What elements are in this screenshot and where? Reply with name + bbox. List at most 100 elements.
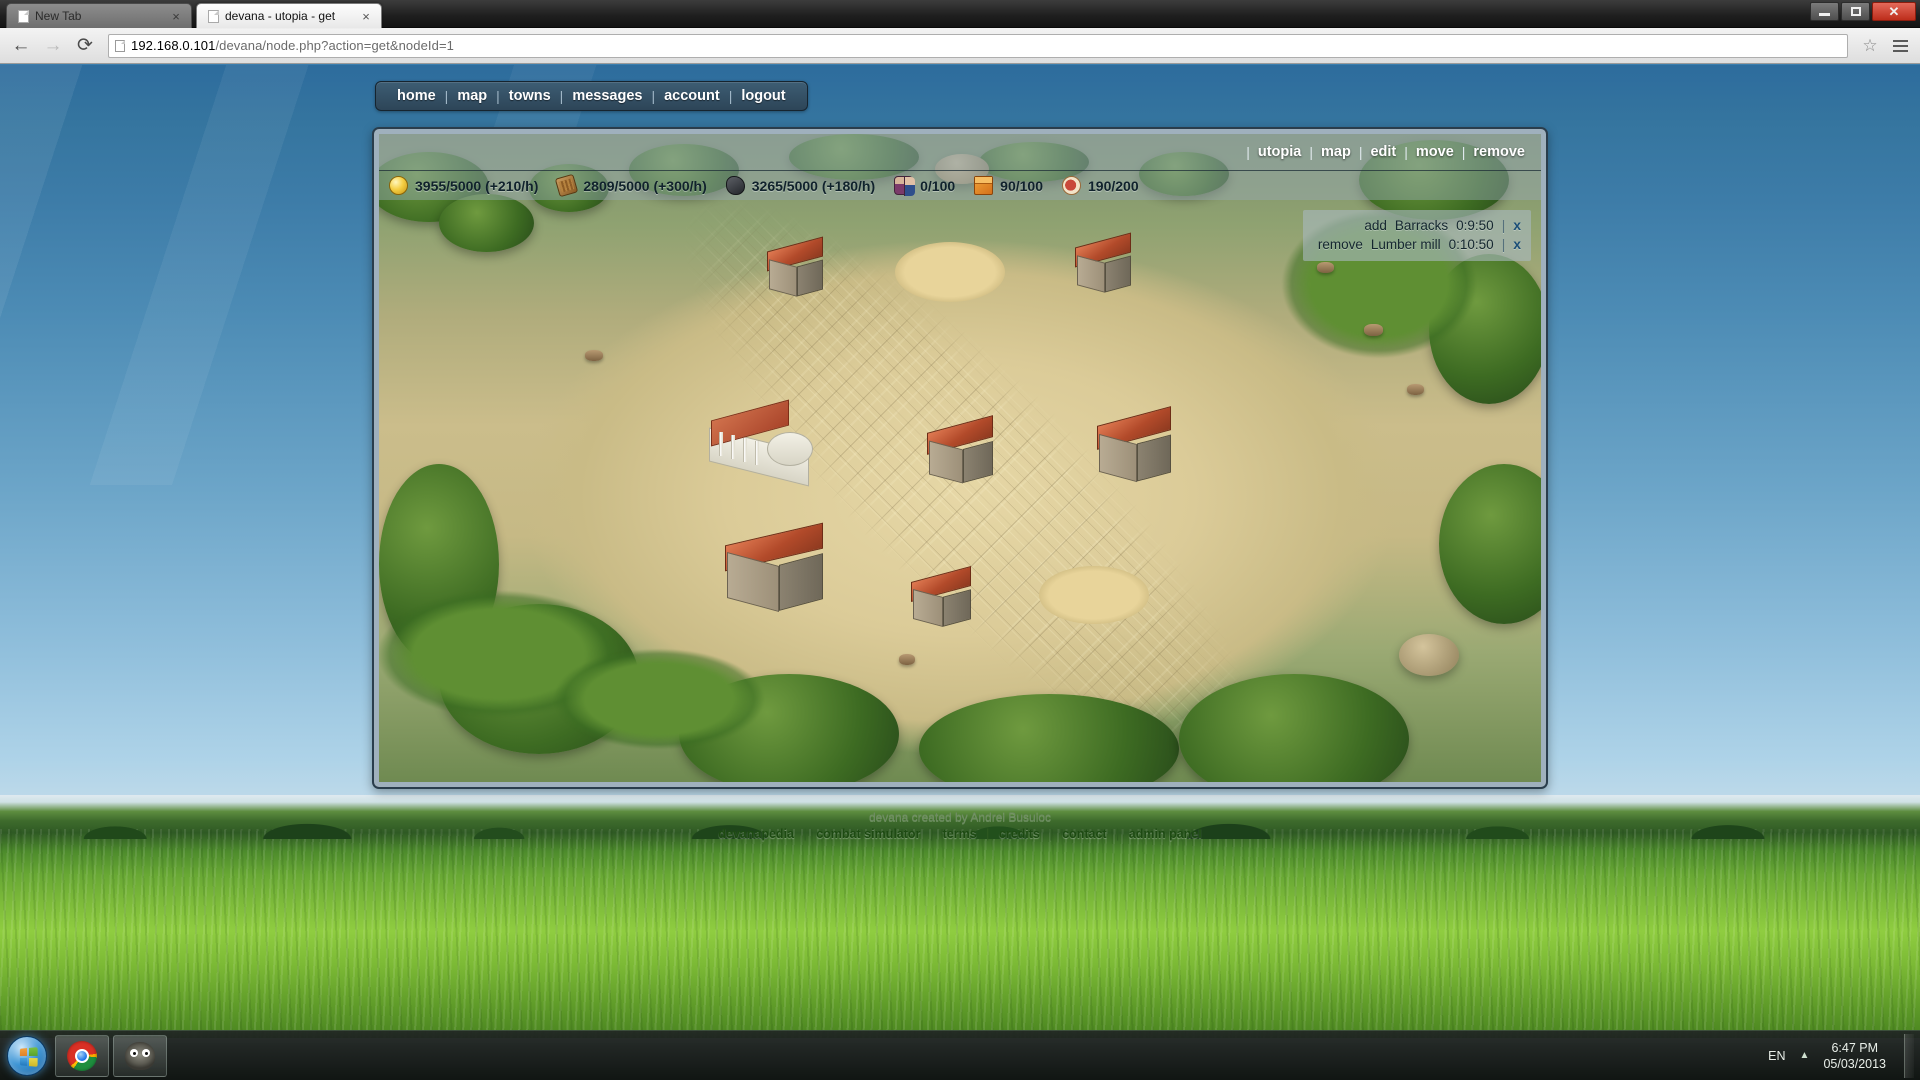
resource-value: 3265/5000 (+180/h) bbox=[751, 177, 876, 194]
resource-value: 2809/5000 (+300/h) bbox=[583, 177, 707, 194]
url-host: 192.168.0.101 bbox=[131, 38, 216, 53]
rock-formation bbox=[1399, 634, 1459, 676]
building-barracks[interactable] bbox=[721, 522, 831, 618]
clock-date: 05/03/2013 bbox=[1823, 1056, 1886, 1071]
minimize-button[interactable] bbox=[1810, 2, 1839, 21]
footer-links: devanapedia | combat simulator | terms |… bbox=[0, 827, 1920, 841]
game-top-menu: | utopia | map | edit | move | remove bbox=[379, 134, 1541, 170]
wood-icon bbox=[555, 173, 579, 198]
resource-iron: 3265/5000 (+180/h) bbox=[725, 176, 876, 195]
footer-link-credits[interactable]: credits bbox=[993, 827, 1046, 841]
tab-title: New Tab bbox=[35, 9, 82, 23]
gimp-icon bbox=[125, 1041, 155, 1070]
tab-close-icon[interactable]: × bbox=[169, 9, 183, 23]
system-tray: EN ▲ 6:47 PM 05/03/2013 bbox=[1768, 1033, 1920, 1078]
queue-remaining-time: 0:9:50 bbox=[1456, 218, 1494, 233]
building-market[interactable] bbox=[1069, 232, 1137, 296]
url-text: 192.168.0.101/devana/node.php?action=get… bbox=[131, 38, 454, 53]
resource-value: 90/100 bbox=[1000, 177, 1043, 194]
show-desktop-button[interactable] bbox=[1904, 1033, 1914, 1078]
hamburger-icon bbox=[1892, 39, 1908, 52]
footer-link-combat-simulator[interactable]: combat simulator bbox=[810, 827, 926, 841]
restore-button[interactable] bbox=[1841, 2, 1870, 21]
clock-time: 6:47 PM bbox=[1831, 1040, 1878, 1055]
building-construction-site[interactable] bbox=[1039, 566, 1149, 624]
nav-item-towns[interactable]: towns bbox=[500, 88, 560, 104]
footer-link-terms[interactable]: terms bbox=[937, 827, 983, 841]
footer-link-contact[interactable]: contact bbox=[1056, 827, 1112, 841]
game-menu-edit[interactable]: edit bbox=[1362, 144, 1404, 160]
gold-coin-icon bbox=[389, 176, 408, 195]
building-house[interactable] bbox=[1093, 406, 1179, 486]
resource-value: 0/100 bbox=[920, 177, 956, 194]
building-construction-site[interactable] bbox=[895, 242, 1005, 302]
building-warehouse[interactable] bbox=[907, 565, 979, 632]
resource-bar: 3955/5000 (+210/h) 2809/5000 (+300/h) 32… bbox=[379, 170, 1541, 200]
browser-toolbar: ← → ⟳ 192.168.0.101/devana/node.php?acti… bbox=[0, 28, 1920, 64]
clock[interactable]: 6:47 PM 05/03/2013 bbox=[1823, 1040, 1886, 1072]
queue-action: remove bbox=[1317, 237, 1363, 252]
tree-cluster bbox=[1439, 464, 1541, 624]
start-button[interactable] bbox=[3, 1034, 51, 1078]
nav-item-account[interactable]: account bbox=[655, 88, 729, 104]
browser-tab-devana[interactable]: devana - utopia - get × bbox=[196, 3, 382, 28]
game-viewport-frame: | utopia | map | edit | move | remove 39… bbox=[372, 127, 1548, 789]
food-icon bbox=[1062, 176, 1081, 195]
taskbar-item-gimp[interactable] bbox=[113, 1034, 167, 1077]
windows-logo-icon bbox=[7, 1035, 47, 1076]
tree-cluster bbox=[439, 194, 534, 252]
chrome-menu-icon[interactable] bbox=[1888, 34, 1912, 58]
queue-separator: | bbox=[1501, 237, 1506, 252]
roaming-animal bbox=[1317, 262, 1334, 273]
nav-item-map[interactable]: map bbox=[448, 88, 496, 104]
tab-close-icon[interactable]: × bbox=[359, 9, 373, 23]
building-temple[interactable] bbox=[709, 399, 829, 487]
close-button[interactable]: ✕ bbox=[1872, 2, 1916, 21]
building-house[interactable] bbox=[923, 415, 1001, 488]
queue-cancel-button[interactable]: x bbox=[1513, 235, 1521, 254]
queue-separator: | bbox=[1501, 218, 1506, 233]
game-menu-map[interactable]: map bbox=[1313, 144, 1359, 160]
browser-tab-new-tab[interactable]: New Tab × bbox=[6, 3, 192, 28]
language-indicator[interactable]: EN bbox=[1768, 1049, 1785, 1063]
footer-separator: | bbox=[1116, 827, 1120, 841]
url-path: /devana/node.php?action=get&nodeId=1 bbox=[215, 38, 454, 53]
footer-link-admin-panel[interactable]: admin panel bbox=[1123, 827, 1208, 841]
game-viewport[interactable]: | utopia | map | edit | move | remove 39… bbox=[379, 134, 1541, 782]
building-market[interactable] bbox=[761, 236, 829, 300]
footer-credit-text: devana created by Andrei Busuioc bbox=[868, 810, 1052, 824]
nav-item-logout[interactable]: logout bbox=[732, 88, 794, 104]
address-bar[interactable]: 192.168.0.101/devana/node.php?action=get… bbox=[108, 33, 1848, 58]
temple-rotunda bbox=[767, 432, 813, 466]
queue-cancel-button[interactable]: x bbox=[1513, 216, 1521, 235]
resource-value: 190/200 bbox=[1088, 177, 1139, 194]
game-menu-utopia[interactable]: utopia bbox=[1250, 144, 1310, 160]
roaming-animal bbox=[1407, 384, 1424, 395]
tab-favicon-icon bbox=[18, 9, 29, 23]
footer-link-devanapedia[interactable]: devanapedia bbox=[712, 827, 800, 841]
roaming-animal bbox=[585, 350, 603, 361]
restore-icon bbox=[1850, 7, 1861, 16]
show-hidden-icons-caret-icon[interactable]: ▲ bbox=[1800, 1050, 1810, 1061]
tab-favicon-icon bbox=[208, 9, 219, 23]
taskbar-item-chrome[interactable] bbox=[55, 1034, 109, 1077]
window-controls: ✕ bbox=[1810, 2, 1916, 21]
roaming-animal bbox=[899, 654, 915, 665]
build-queue-item: remove Lumber mill 0:10:50 | x bbox=[1315, 235, 1521, 254]
queue-remaining-time: 0:10:50 bbox=[1448, 237, 1494, 252]
game-menu-remove[interactable]: remove bbox=[1465, 144, 1533, 160]
back-button[interactable]: ← bbox=[8, 33, 34, 59]
forward-button[interactable]: → bbox=[40, 33, 66, 59]
page-info-icon bbox=[115, 39, 125, 52]
palm-tree bbox=[529, 604, 789, 782]
footer-separator: | bbox=[803, 827, 807, 841]
bookmark-star-icon[interactable]: ☆ bbox=[1858, 34, 1882, 58]
nav-item-home[interactable]: home bbox=[388, 88, 445, 104]
footer-separator: | bbox=[929, 827, 934, 841]
windows-taskbar: EN ▲ 6:47 PM 05/03/2013 bbox=[0, 1030, 1920, 1080]
nav-item-messages[interactable]: messages bbox=[563, 88, 651, 104]
game-menu-move[interactable]: move bbox=[1408, 144, 1462, 160]
reload-button[interactable]: ⟳ bbox=[72, 33, 98, 59]
queue-action: add bbox=[1364, 218, 1387, 233]
resource-storage: 90/100 bbox=[974, 176, 1043, 195]
